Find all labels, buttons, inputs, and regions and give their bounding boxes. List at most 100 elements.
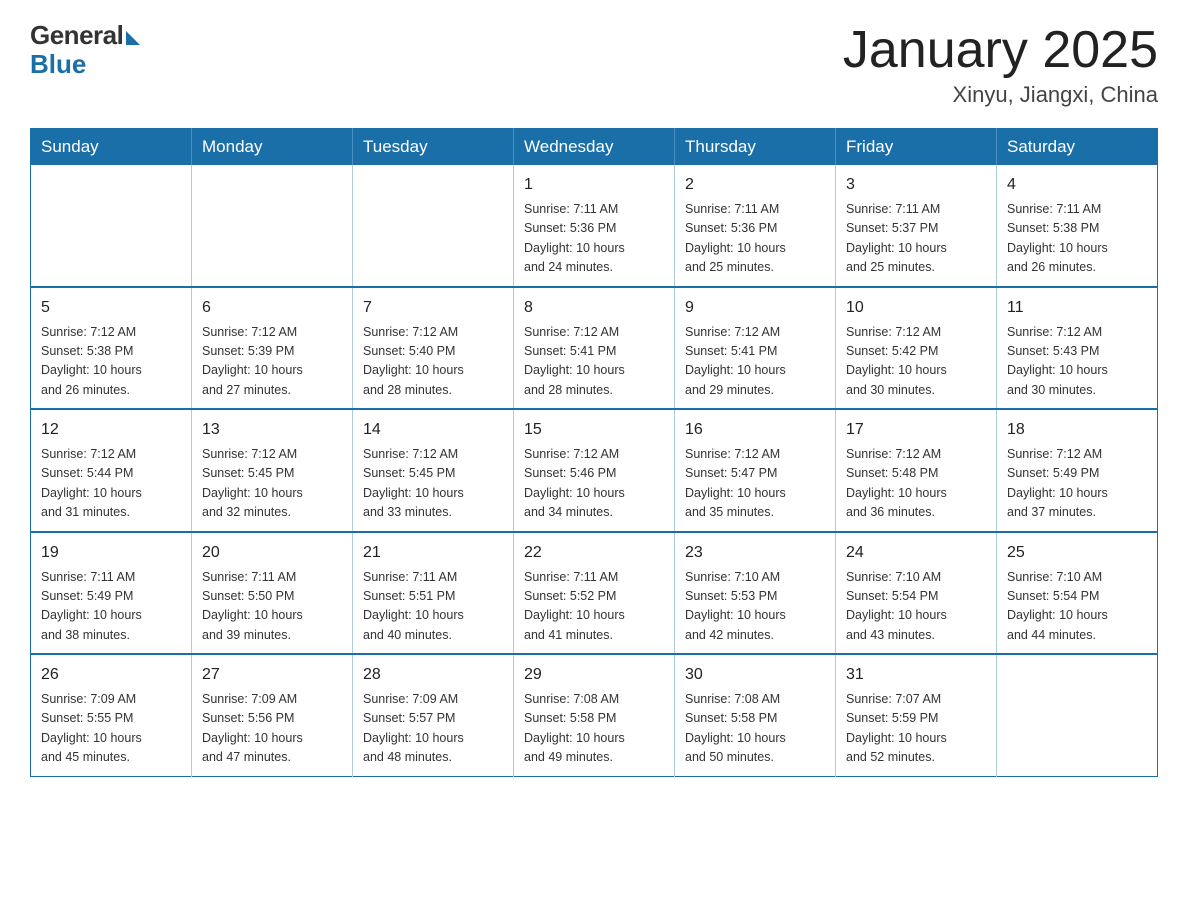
day-info: Sunrise: 7:09 AMSunset: 5:57 PMDaylight:… (363, 690, 503, 768)
day-info: Sunrise: 7:11 AMSunset: 5:38 PMDaylight:… (1007, 200, 1147, 278)
day-info: Sunrise: 7:12 AMSunset: 5:45 PMDaylight:… (363, 445, 503, 523)
day-info: Sunrise: 7:12 AMSunset: 5:46 PMDaylight:… (524, 445, 664, 523)
day-number: 7 (363, 296, 503, 320)
day-number: 21 (363, 541, 503, 565)
day-info: Sunrise: 7:08 AMSunset: 5:58 PMDaylight:… (685, 690, 825, 768)
calendar-day-cell: 5Sunrise: 7:12 AMSunset: 5:38 PMDaylight… (31, 287, 192, 410)
day-of-week-header: Wednesday (514, 129, 675, 166)
calendar-day-cell (353, 165, 514, 287)
day-number: 11 (1007, 296, 1147, 320)
logo: General Blue (30, 20, 140, 80)
day-number: 12 (41, 418, 181, 442)
day-info: Sunrise: 7:12 AMSunset: 5:39 PMDaylight:… (202, 323, 342, 401)
day-number: 8 (524, 296, 664, 320)
day-number: 2 (685, 173, 825, 197)
title-block: January 2025 Xinyu, Jiangxi, China (843, 20, 1158, 108)
day-info: Sunrise: 7:11 AMSunset: 5:36 PMDaylight:… (685, 200, 825, 278)
day-number: 16 (685, 418, 825, 442)
calendar-day-cell (192, 165, 353, 287)
day-info: Sunrise: 7:09 AMSunset: 5:55 PMDaylight:… (41, 690, 181, 768)
logo-general-text: General (30, 20, 123, 51)
day-info: Sunrise: 7:10 AMSunset: 5:53 PMDaylight:… (685, 568, 825, 646)
day-number: 6 (202, 296, 342, 320)
calendar-header: SundayMondayTuesdayWednesdayThursdayFrid… (31, 129, 1158, 166)
day-number: 24 (846, 541, 986, 565)
calendar-week-row: 12 Sunrise: 7:12 AMSunset: 5:44 PMDayligh… (31, 409, 1158, 532)
day-info: Sunrise: 7:09 AMSunset: 5:56 PMDaylight:… (202, 690, 342, 768)
calendar-day-cell: 24Sunrise: 7:10 AMSunset: 5:54 PMDayligh… (836, 532, 997, 655)
calendar-location: Xinyu, Jiangxi, China (843, 82, 1158, 108)
page-header: General Blue January 2025 Xinyu, Jiangxi… (30, 20, 1158, 108)
calendar-day-cell: 19 Sunrise: 7:11 AMSunset: 5:49 PMDayligh… (31, 532, 192, 655)
day-info: Sunrise: 7:12 AMSunset: 5:41 PMDaylight:… (524, 323, 664, 401)
day-number: 9 (685, 296, 825, 320)
day-info: Sunrise: 7:10 AMSunset: 5:54 PMDaylight:… (1007, 568, 1147, 646)
calendar-day-cell: 8 Sunrise: 7:12 AMSunset: 5:41 PMDaylight… (514, 287, 675, 410)
logo-triangle-icon (126, 31, 140, 45)
day-number: 28 (363, 663, 503, 687)
calendar-day-cell: 15 Sunrise: 7:12 AMSunset: 5:46 PMDayligh… (514, 409, 675, 532)
calendar-day-cell: 6 Sunrise: 7:12 AMSunset: 5:39 PMDaylight… (192, 287, 353, 410)
calendar-day-cell: 16 Sunrise: 7:12 AMSunset: 5:47 PMDayligh… (675, 409, 836, 532)
day-info: Sunrise: 7:11 AMSunset: 5:36 PMDaylight:… (524, 200, 664, 278)
day-info: Sunrise: 7:12 AMSunset: 5:45 PMDaylight:… (202, 445, 342, 523)
calendar-day-cell: 26 Sunrise: 7:09 AMSunset: 5:55 PMDayligh… (31, 654, 192, 776)
calendar-day-cell: 2 Sunrise: 7:11 AMSunset: 5:36 PMDaylight… (675, 165, 836, 287)
calendar-day-cell: 18 Sunrise: 7:12 AMSunset: 5:49 PMDayligh… (997, 409, 1158, 532)
day-info: Sunrise: 7:12 AMSunset: 5:41 PMDaylight:… (685, 323, 825, 401)
calendar-day-cell: 30 Sunrise: 7:08 AMSunset: 5:58 PMDayligh… (675, 654, 836, 776)
day-number: 20 (202, 541, 342, 565)
calendar-day-cell: 27 Sunrise: 7:09 AMSunset: 5:56 PMDayligh… (192, 654, 353, 776)
day-number: 14 (363, 418, 503, 442)
calendar-week-row: 19 Sunrise: 7:11 AMSunset: 5:49 PMDayligh… (31, 532, 1158, 655)
day-info: Sunrise: 7:11 AMSunset: 5:50 PMDaylight:… (202, 568, 342, 646)
day-of-week-header: Monday (192, 129, 353, 166)
day-info: Sunrise: 7:08 AMSunset: 5:58 PMDaylight:… (524, 690, 664, 768)
day-number: 4 (1007, 173, 1147, 197)
calendar-day-cell: 9 Sunrise: 7:12 AMSunset: 5:41 PMDaylight… (675, 287, 836, 410)
calendar-body: 1Sunrise: 7:11 AMSunset: 5:36 PMDaylight… (31, 165, 1158, 776)
day-info: Sunrise: 7:11 AMSunset: 5:52 PMDaylight:… (524, 568, 664, 646)
day-info: Sunrise: 7:07 AMSunset: 5:59 PMDaylight:… (846, 690, 986, 768)
day-number: 3 (846, 173, 986, 197)
day-number: 23 (685, 541, 825, 565)
day-number: 27 (202, 663, 342, 687)
day-number: 25 (1007, 541, 1147, 565)
day-number: 18 (1007, 418, 1147, 442)
calendar-day-cell: 11 Sunrise: 7:12 AMSunset: 5:43 PMDayligh… (997, 287, 1158, 410)
day-number: 15 (524, 418, 664, 442)
day-info: Sunrise: 7:12 AMSunset: 5:48 PMDaylight:… (846, 445, 986, 523)
day-info: Sunrise: 7:12 AMSunset: 5:44 PMDaylight:… (41, 445, 181, 523)
day-of-week-header: Tuesday (353, 129, 514, 166)
calendar-day-cell: 13Sunrise: 7:12 AMSunset: 5:45 PMDayligh… (192, 409, 353, 532)
calendar-day-cell: 12 Sunrise: 7:12 AMSunset: 5:44 PMDayligh… (31, 409, 192, 532)
calendar-day-cell: 25 Sunrise: 7:10 AMSunset: 5:54 PMDayligh… (997, 532, 1158, 655)
day-number: 30 (685, 663, 825, 687)
calendar-week-row: 26 Sunrise: 7:09 AMSunset: 5:55 PMDayligh… (31, 654, 1158, 776)
day-number: 17 (846, 418, 986, 442)
day-of-week-header: Saturday (997, 129, 1158, 166)
day-info: Sunrise: 7:12 AMSunset: 5:38 PMDaylight:… (41, 323, 181, 401)
day-info: Sunrise: 7:12 AMSunset: 5:49 PMDaylight:… (1007, 445, 1147, 523)
day-info: Sunrise: 7:12 AMSunset: 5:47 PMDaylight:… (685, 445, 825, 523)
calendar-day-cell: 10Sunrise: 7:12 AMSunset: 5:42 PMDayligh… (836, 287, 997, 410)
calendar-day-cell: 22 Sunrise: 7:11 AMSunset: 5:52 PMDayligh… (514, 532, 675, 655)
day-number: 22 (524, 541, 664, 565)
day-number: 26 (41, 663, 181, 687)
calendar-day-cell: 7Sunrise: 7:12 AMSunset: 5:40 PMDaylight… (353, 287, 514, 410)
calendar-title: January 2025 (843, 20, 1158, 80)
calendar-week-row: 1Sunrise: 7:11 AMSunset: 5:36 PMDaylight… (31, 165, 1158, 287)
day-info: Sunrise: 7:12 AMSunset: 5:43 PMDaylight:… (1007, 323, 1147, 401)
day-info: Sunrise: 7:12 AMSunset: 5:42 PMDaylight:… (846, 323, 986, 401)
calendar-day-cell (31, 165, 192, 287)
calendar-day-cell (997, 654, 1158, 776)
calendar-day-cell: 20 Sunrise: 7:11 AMSunset: 5:50 PMDayligh… (192, 532, 353, 655)
calendar-day-cell: 17 Sunrise: 7:12 AMSunset: 5:48 PMDayligh… (836, 409, 997, 532)
day-info: Sunrise: 7:11 AMSunset: 5:49 PMDaylight:… (41, 568, 181, 646)
calendar-week-row: 5Sunrise: 7:12 AMSunset: 5:38 PMDaylight… (31, 287, 1158, 410)
calendar-day-cell: 4 Sunrise: 7:11 AMSunset: 5:38 PMDaylight… (997, 165, 1158, 287)
calendar-day-cell: 31Sunrise: 7:07 AMSunset: 5:59 PMDayligh… (836, 654, 997, 776)
day-info: Sunrise: 7:11 AMSunset: 5:37 PMDaylight:… (846, 200, 986, 278)
day-number: 19 (41, 541, 181, 565)
calendar-day-cell: 29Sunrise: 7:08 AMSunset: 5:58 PMDayligh… (514, 654, 675, 776)
